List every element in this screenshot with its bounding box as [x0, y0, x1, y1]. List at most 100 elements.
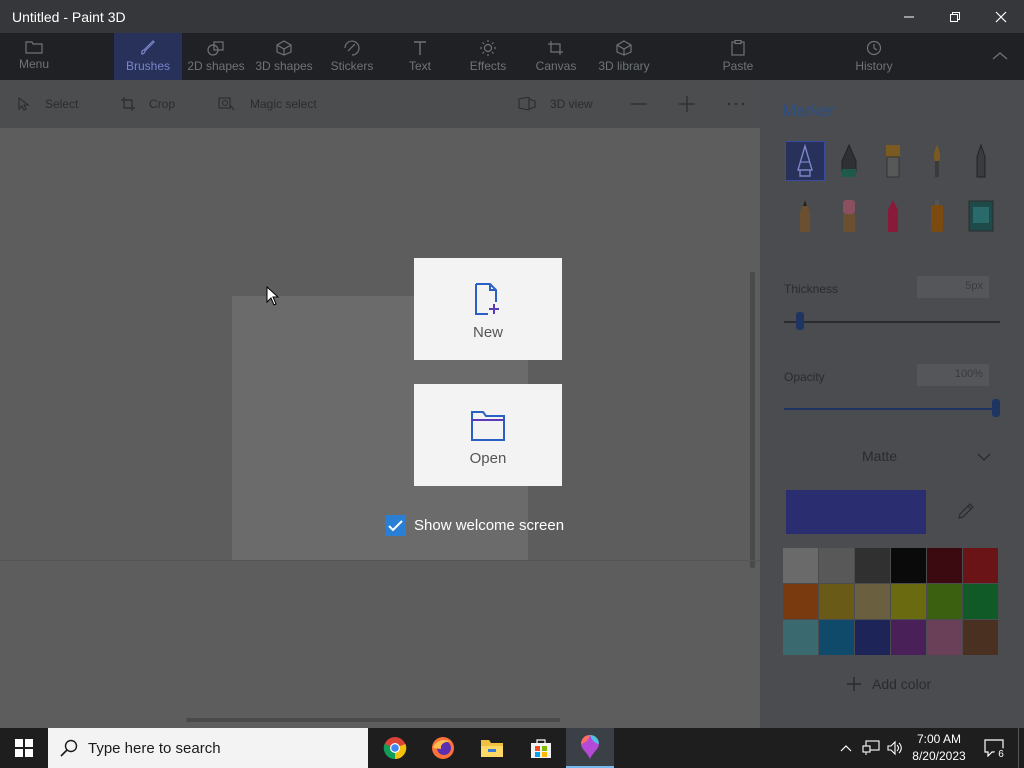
vertical-scrollbar[interactable]	[750, 272, 755, 568]
calligraphy-pen-icon	[841, 143, 857, 177]
brushes-label: Brushes	[125, 59, 171, 73]
brush-pixel-pen[interactable]	[961, 141, 1001, 181]
taskbar-file-explorer[interactable]	[468, 728, 516, 768]
plus-icon	[847, 677, 861, 691]
tab-brushes[interactable]: Brushes	[114, 33, 182, 80]
search-placeholder: Type here to search	[88, 739, 221, 757]
canvas-area[interactable]	[0, 128, 760, 728]
tab-2d-shapes[interactable]: 2D shapes	[184, 33, 248, 80]
close-button[interactable]	[978, 0, 1024, 33]
horizontal-scrollbar[interactable]	[186, 718, 560, 722]
more-options-button[interactable]	[727, 80, 759, 128]
palette-swatch[interactable]	[819, 548, 854, 583]
thickness-input[interactable]: 5px	[917, 276, 989, 298]
palette-swatch[interactable]	[855, 620, 890, 655]
select-button[interactable]: Select	[17, 80, 78, 128]
brush-icon	[141, 40, 155, 55]
add-color-button[interactable]: Add color	[846, 676, 931, 692]
palette-swatch[interactable]	[855, 548, 890, 583]
brush-spray-can[interactable]	[917, 196, 957, 236]
brush-calligraphy-pen[interactable]	[829, 141, 869, 181]
taskbar-clock[interactable]: 7:00 AM 8/20/2023	[912, 731, 966, 765]
palette-swatch[interactable]	[963, 620, 998, 655]
palette-swatch[interactable]	[855, 584, 890, 619]
3d-view-button[interactable]: 3D view	[518, 80, 593, 128]
show-desktop-button[interactable]	[1018, 728, 1024, 768]
palette-swatch[interactable]	[783, 584, 818, 619]
taskbar-firefox[interactable]	[419, 728, 467, 768]
tab-stickers[interactable]: Stickers	[322, 33, 382, 80]
checkbox-checked[interactable]	[385, 515, 406, 536]
clock-date: 8/20/2023	[912, 749, 966, 763]
current-color-swatch[interactable]	[786, 490, 926, 534]
palette-swatch[interactable]	[783, 548, 818, 583]
history-button[interactable]: History	[846, 33, 902, 80]
magic-select-label: Magic select	[250, 97, 317, 111]
brush-crayon[interactable]	[873, 196, 913, 236]
finish-dropdown[interactable]: Matte	[784, 443, 1000, 471]
brush-fill[interactable]	[961, 196, 1001, 236]
minimize-button[interactable]	[886, 0, 932, 33]
palette-swatch[interactable]	[927, 620, 962, 655]
taskbar-chrome[interactable]	[371, 728, 419, 768]
eyedropper-icon	[958, 503, 974, 519]
brush-watercolor[interactable]	[917, 141, 957, 181]
palette-swatch[interactable]	[963, 584, 998, 619]
palette-swatch[interactable]	[819, 620, 854, 655]
zoom-in-button[interactable]	[678, 80, 710, 128]
add-color-label: Add color	[872, 676, 932, 692]
palette-swatch[interactable]	[819, 584, 854, 619]
paint3d-icon	[581, 735, 599, 759]
thickness-slider-track[interactable]	[784, 321, 1000, 323]
show-hidden-icons-button[interactable]	[836, 728, 856, 768]
taskbar-search[interactable]: Type here to search	[48, 728, 368, 768]
eyedropper-button[interactable]	[953, 498, 979, 524]
history-icon	[866, 40, 882, 56]
2d-shapes-label: 2D shapes	[187, 59, 245, 73]
thickness-slider-thumb[interactable]	[796, 312, 805, 330]
palette-swatch[interactable]	[783, 620, 818, 655]
show-welcome-checkbox[interactable]: Show welcome screen	[385, 515, 564, 536]
paste-button[interactable]: Paste	[712, 33, 764, 80]
start-button[interactable]	[0, 728, 48, 768]
magic-select-button[interactable]: Magic select	[218, 80, 317, 128]
palette-swatch[interactable]	[927, 584, 962, 619]
canvas-icon	[548, 41, 563, 55]
brush-marker[interactable]	[785, 141, 825, 181]
clock-time: 7:00 AM	[916, 732, 962, 746]
palette-swatch[interactable]	[891, 620, 926, 655]
palette-swatch[interactable]	[927, 548, 962, 583]
tab-3d-library[interactable]: 3D library	[594, 33, 654, 80]
search-icon	[60, 739, 78, 757]
palette-swatch[interactable]	[963, 548, 998, 583]
opacity-input[interactable]: 100%	[917, 364, 989, 386]
tab-effects[interactable]: Effects	[462, 33, 514, 80]
palette-swatch[interactable]	[891, 548, 926, 583]
brush-pencil[interactable]	[785, 196, 825, 236]
file-explorer-icon	[481, 740, 503, 757]
zoom-out-button[interactable]	[630, 80, 662, 128]
volume-button[interactable]	[884, 728, 906, 768]
new-button[interactable]: New	[414, 258, 562, 360]
notification-badge: 6	[994, 748, 1008, 762]
crop-button[interactable]: Crop	[121, 80, 175, 128]
tab-text[interactable]: Text	[394, 33, 446, 80]
opacity-slider-track[interactable]	[784, 408, 1000, 410]
collapse-toolbar-button[interactable]	[986, 46, 1014, 66]
tab-canvas[interactable]: Canvas	[530, 33, 582, 80]
opacity-slider-thumb[interactable]	[992, 399, 1000, 417]
crop-label: Crop	[149, 97, 176, 111]
notification-center-button[interactable]: 6	[980, 728, 1008, 768]
menu-button[interactable]: Menu	[10, 33, 58, 80]
tab-3d-shapes[interactable]: 3D shapes	[252, 33, 316, 80]
taskbar-store[interactable]	[517, 728, 565, 768]
restore-button[interactable]	[932, 0, 978, 33]
taskbar-paint3d[interactable]	[566, 728, 614, 768]
palette-swatch[interactable]	[891, 584, 926, 619]
brush-eraser[interactable]	[829, 196, 869, 236]
store-icon	[531, 739, 551, 758]
brush-oil[interactable]	[873, 141, 913, 181]
network-button[interactable]	[860, 728, 882, 768]
3d-library-label: 3D library	[598, 59, 650, 73]
open-button[interactable]: Open	[414, 384, 562, 486]
